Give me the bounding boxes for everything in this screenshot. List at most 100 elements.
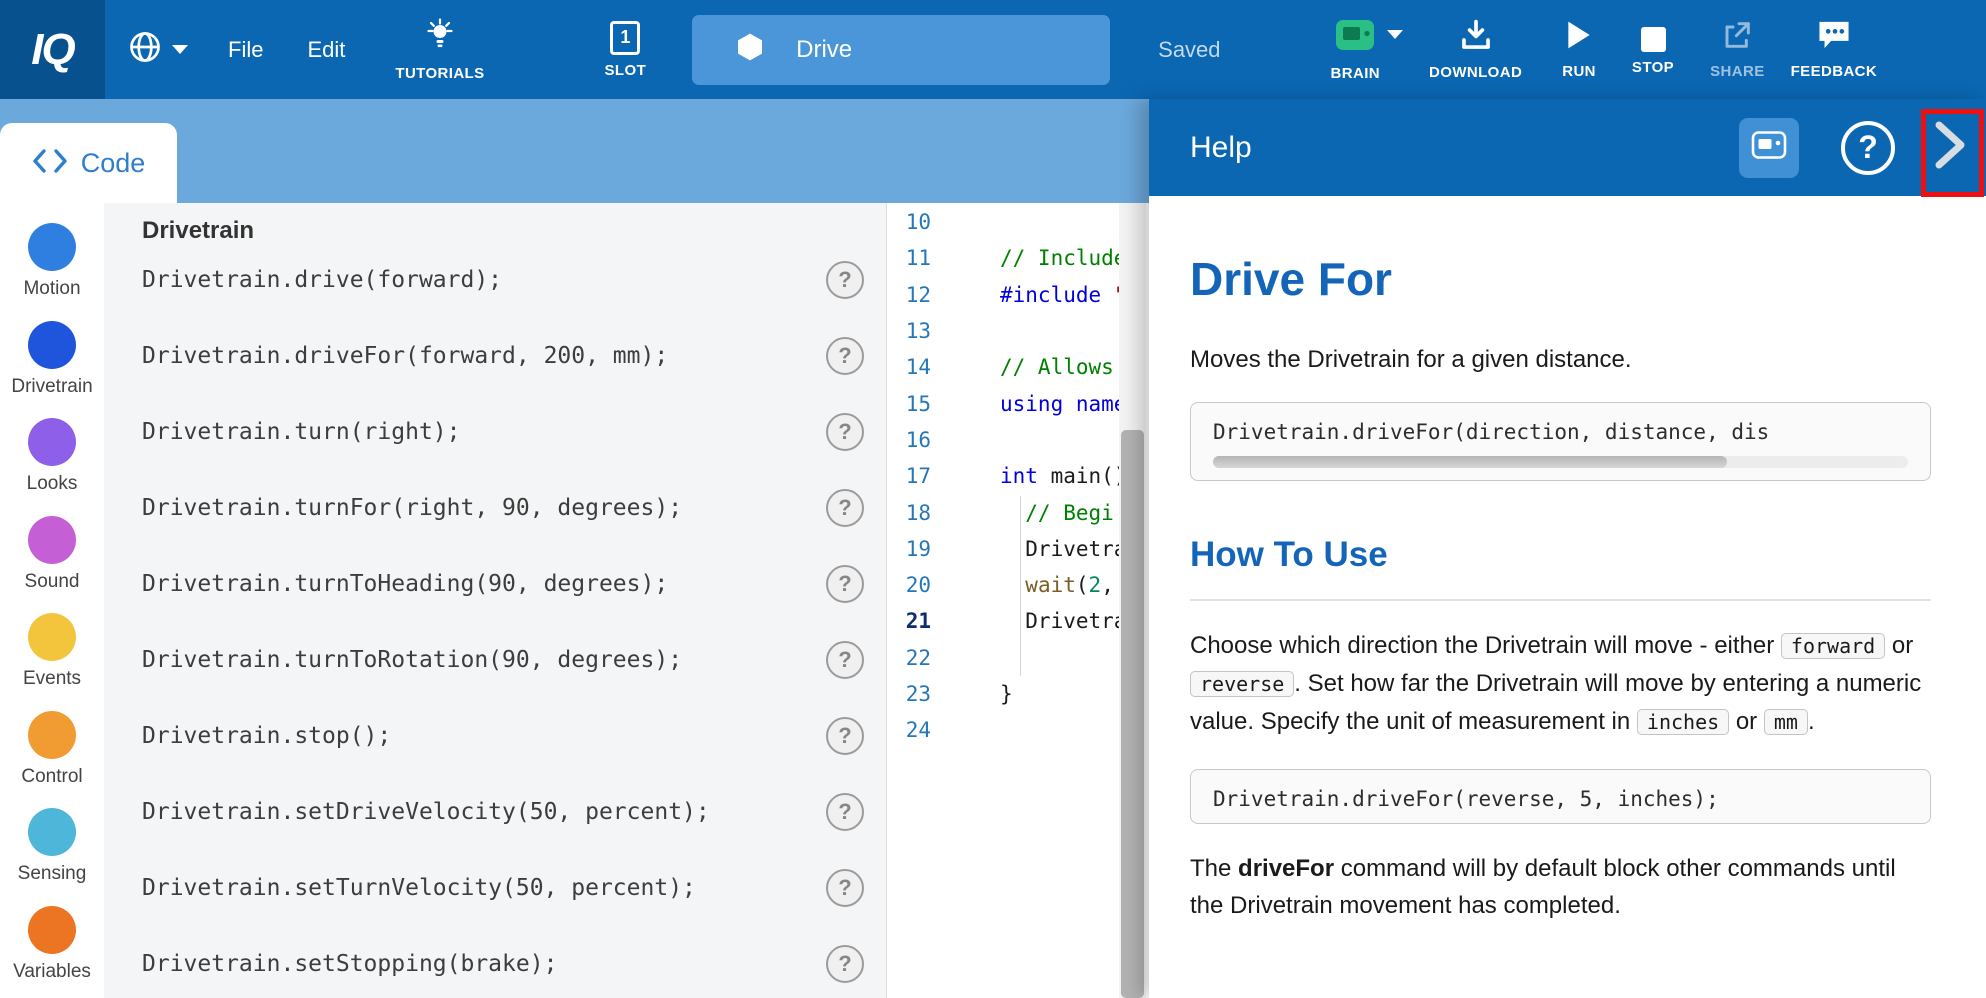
- code-line[interactable]: 20 wait(2,: [887, 567, 1149, 603]
- command-text[interactable]: Drivetrain.turnFor(right, 90, degrees);: [142, 495, 682, 521]
- scrollbar-thumb[interactable]: [1213, 456, 1727, 468]
- share-icon: [1720, 19, 1754, 56]
- command-row[interactable]: Drivetrain.setDriveVelocity(50, percent)…: [104, 774, 886, 850]
- command-help-button[interactable]: ?: [826, 413, 864, 451]
- code-line[interactable]: 22: [887, 640, 1149, 676]
- help-question-button[interactable]: ?: [1841, 121, 1895, 175]
- indent-guide: [1020, 496, 1021, 676]
- sidebar-item-events[interactable]: Events: [0, 613, 104, 711]
- command-text[interactable]: Drivetrain.setStopping(brake);: [142, 951, 557, 977]
- code-line[interactable]: 19 Drivetra: [887, 531, 1149, 567]
- run-button[interactable]: RUN: [1562, 19, 1596, 80]
- sidebar-item-motion[interactable]: Motion: [0, 223, 104, 321]
- slot-button[interactable]: 1 SLOT: [605, 21, 647, 79]
- command-row[interactable]: Drivetrain.turn(right);?: [104, 394, 886, 470]
- editor-vertical-scrollbar[interactable]: [1119, 203, 1146, 998]
- sidebar-item-variables[interactable]: Variables: [0, 906, 104, 998]
- command-help-button[interactable]: ?: [826, 489, 864, 527]
- hexagon-icon: [734, 31, 766, 68]
- scrollbar-thumb[interactable]: [1121, 430, 1144, 998]
- sound-category-icon[interactable]: [28, 516, 76, 564]
- sidebar-item-sensing[interactable]: Sensing: [0, 808, 104, 906]
- code-token: // Allows: [1000, 355, 1114, 379]
- command-text[interactable]: Drivetrain.turnToRotation(90, degrees);: [142, 647, 682, 673]
- category-label: Sensing: [18, 863, 87, 885]
- code-text: Drivetra: [947, 537, 1126, 561]
- drivetrain-category-icon[interactable]: [28, 321, 76, 369]
- edit-menu-button[interactable]: Edit: [307, 37, 345, 63]
- brain-button[interactable]: BRAIN: [1331, 17, 1404, 82]
- code-line[interactable]: 24: [887, 712, 1149, 748]
- code-line[interactable]: 16: [887, 422, 1149, 458]
- code-line[interactable]: 11// Include: [887, 240, 1149, 276]
- code-line[interactable]: 21 Drivetra: [887, 603, 1149, 639]
- file-menu-button[interactable]: File: [228, 37, 263, 63]
- code-line[interactable]: 23}: [887, 676, 1149, 712]
- variables-category-icon[interactable]: [28, 906, 76, 954]
- code-line[interactable]: 13: [887, 313, 1149, 349]
- tab-code[interactable]: Code: [0, 123, 177, 203]
- command-text[interactable]: Drivetrain.stop();: [142, 723, 391, 749]
- command-text[interactable]: Drivetrain.driveFor(forward, 200, mm);: [142, 343, 668, 369]
- command-text[interactable]: Drivetrain.drive(forward);: [142, 267, 502, 293]
- events-category-icon[interactable]: [28, 613, 76, 661]
- feedback-button[interactable]: FEEDBACK: [1791, 19, 1878, 80]
- tutorials-button[interactable]: TUTORIALS: [395, 17, 484, 82]
- sidebar-item-control[interactable]: Control: [0, 711, 104, 809]
- code-line[interactable]: 17int main(): [887, 458, 1149, 494]
- code-line[interactable]: 12#include ": [887, 277, 1149, 313]
- project-name-button[interactable]: Drive: [692, 15, 1110, 85]
- command-row[interactable]: Drivetrain.setStopping(brake);?: [104, 926, 886, 998]
- command-help-button[interactable]: ?: [826, 793, 864, 831]
- brain-icon: [1334, 17, 1376, 58]
- sidebar-item-sound[interactable]: Sound: [0, 516, 104, 614]
- command-text[interactable]: Drivetrain.setTurnVelocity(50, percent);: [142, 875, 696, 901]
- language-globe-button[interactable]: [127, 29, 188, 70]
- command-row[interactable]: Drivetrain.stop();?: [104, 698, 886, 774]
- stop-button[interactable]: STOP: [1632, 23, 1674, 76]
- brain-view-button[interactable]: [1739, 118, 1799, 178]
- sidebar-item-drivetrain[interactable]: Drivetrain: [0, 321, 104, 419]
- command-help-button[interactable]: ?: [826, 869, 864, 907]
- command-help-button[interactable]: ?: [826, 945, 864, 983]
- command-row[interactable]: Drivetrain.driveFor(forward, 200, mm);?: [104, 318, 886, 394]
- text-segment: .: [1808, 708, 1815, 735]
- sensing-category-icon[interactable]: [28, 808, 76, 856]
- code-line[interactable]: 15using name: [887, 385, 1149, 421]
- command-row[interactable]: Drivetrain.drive(forward);?: [104, 242, 886, 318]
- looks-category-icon[interactable]: [28, 418, 76, 466]
- command-row[interactable]: Drivetrain.turnToHeading(90, degrees);?: [104, 546, 886, 622]
- command-help-button[interactable]: ?: [826, 717, 864, 755]
- top-toolbar: IQ File Edit: [0, 0, 1986, 99]
- code-editor[interactable]: 1011// Include12#include "1314// Allows1…: [886, 203, 1149, 998]
- control-category-icon[interactable]: [28, 711, 76, 759]
- command-row[interactable]: Drivetrain.turnToRotation(90, degrees);?: [104, 622, 886, 698]
- command-help-button[interactable]: ?: [826, 565, 864, 603]
- command-row[interactable]: Drivetrain.turnFor(right, 90, degrees);?: [104, 470, 886, 546]
- code-token: // Include: [1000, 246, 1126, 270]
- help-header: Help ?: [1149, 99, 1986, 196]
- command-text[interactable]: Drivetrain.turnToHeading(90, degrees);: [142, 571, 668, 597]
- command-help-button[interactable]: ?: [826, 337, 864, 375]
- code-line[interactable]: 10: [887, 204, 1149, 240]
- text-segment: The: [1190, 855, 1238, 882]
- command-help-button[interactable]: ?: [826, 261, 864, 299]
- code-line[interactable]: 18 // Begi: [887, 494, 1149, 530]
- signature-code: Drivetrain.driveFor(direction, distance,…: [1213, 420, 1908, 444]
- command-row[interactable]: Drivetrain.setTurnVelocity(50, percent);…: [104, 850, 886, 926]
- horizontal-scrollbar[interactable]: [1213, 456, 1908, 468]
- collapse-help-button[interactable]: [1926, 118, 1974, 178]
- download-button[interactable]: DOWNLOAD: [1429, 18, 1522, 81]
- share-button[interactable]: SHARE: [1710, 19, 1765, 80]
- help-panel: Help ? Drive For Moves the Drivetrain fo…: [1149, 99, 1986, 998]
- code-text: int main(): [947, 464, 1126, 488]
- sidebar-item-looks[interactable]: Looks: [0, 418, 104, 516]
- command-text[interactable]: Drivetrain.turn(right);: [142, 419, 461, 445]
- command-text[interactable]: Drivetrain.setDriveVelocity(50, percent)…: [142, 799, 710, 825]
- code-line[interactable]: 14// Allows: [887, 349, 1149, 385]
- command-help-button[interactable]: ?: [826, 641, 864, 679]
- commands-panel: Drivetrain Drivetrain.drive(forward);?Dr…: [104, 203, 886, 998]
- motion-category-icon[interactable]: [28, 223, 76, 271]
- code-text: }: [947, 682, 1013, 706]
- code-tab-label: Code: [81, 148, 146, 179]
